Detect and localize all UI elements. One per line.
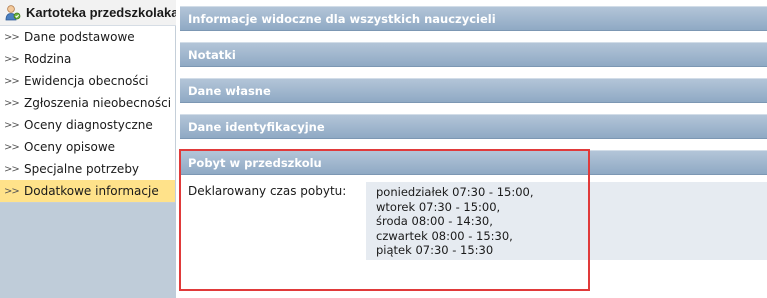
panel-header-notes[interactable]: Notatki (180, 42, 767, 67)
sidebar-item-zgloszenia-nieobecnosci[interactable]: >> Zgłoszenia nieobecności (0, 92, 175, 114)
sidebar-item-label: Specjalne potrzeby (24, 162, 140, 176)
panel-header-teacher-info[interactable]: Informacje widoczne dla wszystkich naucz… (180, 6, 767, 31)
sidebar-item-oceny-diagnostyczne[interactable]: >> Oceny diagnostyczne (0, 114, 175, 136)
sidebar-item-label: Dodatkowe informacje (24, 184, 159, 198)
sidebar-menu: >> Dane podstawowe >> Rodzina >> Ewidenc… (0, 26, 176, 203)
declared-stay-label: Deklarowany czas pobytu: (188, 184, 347, 198)
chevron-right-icon: >> (4, 141, 20, 153)
schedule-line: poniedziałek 07:30 - 15:00, (376, 185, 534, 199)
sidebar-item-oceny-opisowe[interactable]: >> Oceny opisowe (0, 136, 175, 158)
chevron-right-icon: >> (4, 31, 20, 43)
sidebar-item-label: Oceny diagnostyczne (24, 118, 153, 132)
sidebar-item-specjalne-potrzeby[interactable]: >> Specjalne potrzeby (0, 158, 175, 180)
declared-stay-value: poniedziałek 07:30 - 15:00, wtorek 07:30… (366, 182, 767, 260)
sidebar-item-label: Dane podstawowe (24, 30, 135, 44)
sidebar-title: Kartoteka przedszkolaka (26, 5, 179, 20)
sidebar-item-label: Rodzina (24, 52, 72, 66)
main-content: Informacje widoczne dla wszystkich naucz… (176, 0, 767, 298)
chevron-right-icon: >> (4, 97, 20, 109)
chevron-right-icon: >> (4, 163, 20, 175)
sidebar: Kartoteka przedszkolaka >> Dane podstawo… (0, 0, 179, 298)
sidebar-item-label: Oceny opisowe (24, 140, 116, 154)
schedule-line: piątek 07:30 - 15:30 (376, 243, 494, 257)
chevron-right-icon: >> (4, 185, 20, 197)
child-user-icon (4, 4, 22, 22)
sidebar-item-dodatkowe-informacje[interactable]: >> Dodatkowe informacje (0, 180, 175, 202)
schedule-line: wtorek 07:30 - 15:00, (376, 199, 501, 214)
preschool-stay-panel: Deklarowany czas pobytu: poniedziałek 07… (180, 176, 767, 266)
sidebar-item-ewidencja-obecnosci[interactable]: >> Ewidencja obecności (0, 70, 175, 92)
sidebar-header: Kartoteka przedszkolaka (0, 0, 179, 26)
chevron-right-icon: >> (4, 53, 20, 65)
chevron-right-icon: >> (4, 75, 20, 87)
panel-header-identification[interactable]: Dane identyfikacyjne (180, 114, 767, 139)
sidebar-item-label: Ewidencja obecności (24, 74, 149, 88)
schedule-line: środa 08:00 - 14:30, (376, 214, 493, 228)
sidebar-item-label: Zgłoszenia nieobecności (24, 96, 172, 110)
panel-header-preschool-stay[interactable]: Pobyt w przedszkolu (180, 150, 767, 175)
sidebar-item-dane-podstawowe[interactable]: >> Dane podstawowe (0, 26, 175, 48)
schedule-line: czwartek 08:00 - 15:30, (376, 228, 513, 243)
chevron-right-icon: >> (4, 119, 20, 131)
sidebar-item-rodzina[interactable]: >> Rodzina (0, 48, 175, 70)
panel-header-own-data[interactable]: Dane własne (180, 78, 767, 103)
